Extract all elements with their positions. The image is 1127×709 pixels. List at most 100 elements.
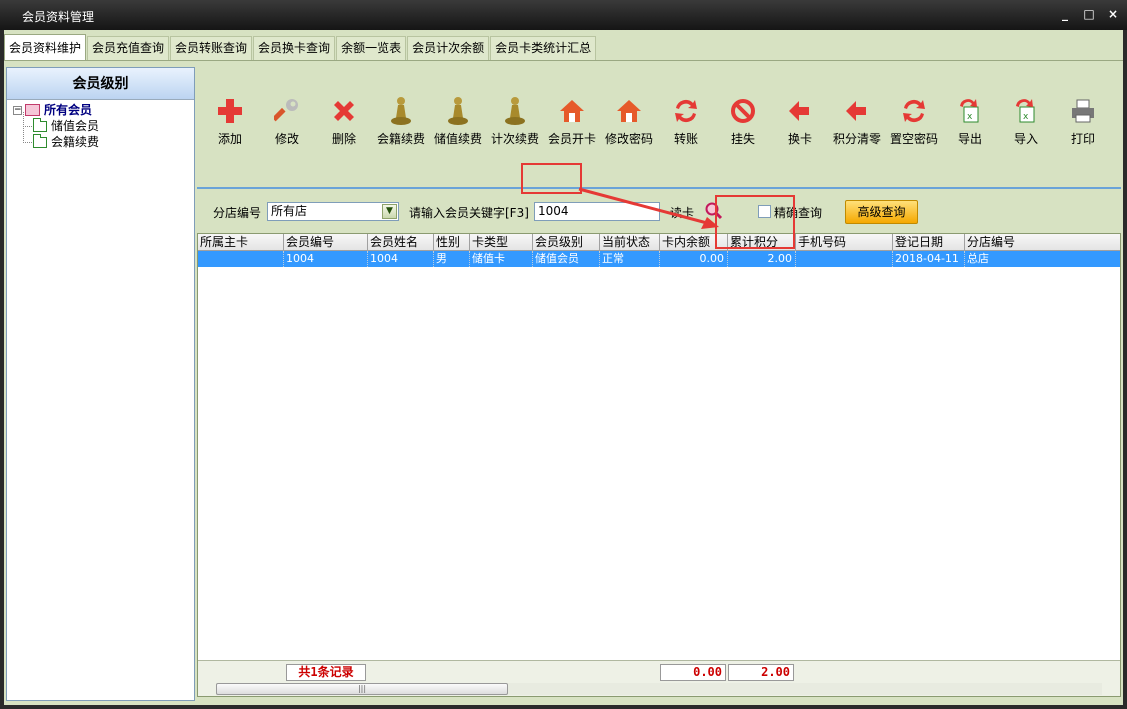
tab-bar: 会员资料维护 会员充值查询 会员转账查询 会员换卡查询 余额一览表 会员计次余额… xyxy=(4,34,597,60)
grid-footer: 共1条记录 0.00 2.00 ||| xyxy=(198,660,1120,696)
table-cell: 2.00 xyxy=(728,251,796,267)
member-level-tree: − 所有会员 储值会员 会籍续费 xyxy=(7,100,194,150)
tree-node-label: 会籍续费 xyxy=(51,135,100,149)
print-button[interactable]: 打印 xyxy=(1054,96,1112,156)
title-bar: 会员资料管理 _ □ × xyxy=(0,0,1127,30)
table-cell: 男 xyxy=(434,251,470,267)
reset-password-button[interactable]: 置空密码 xyxy=(885,96,943,156)
column-header[interactable]: 累计积分 xyxy=(728,234,796,251)
toolbar: 添加 修改 删除 会籍续费 储值续费 计次续费 会员开卡 修改密码 转账 挂失 … xyxy=(197,93,1121,189)
tab-card-change-query[interactable]: 会员换卡查询 xyxy=(253,36,336,60)
maximize-button[interactable]: □ xyxy=(1083,7,1095,21)
printer-icon xyxy=(1069,96,1097,126)
table-cell: 储值会员 xyxy=(533,251,600,267)
member-level-panel: 会员级别 − 所有会员 储值会员 会籍续费 xyxy=(6,67,195,701)
tab-recharge-query[interactable]: 会员充值查询 xyxy=(87,36,170,60)
membership-renew-button[interactable]: 会籍续费 xyxy=(372,96,430,156)
member-keyword-input[interactable]: 1004 xyxy=(534,202,660,221)
member-level-header: 会员级别 xyxy=(7,68,194,100)
swap-arrow-icon xyxy=(843,96,871,126)
column-header[interactable]: 登记日期 xyxy=(893,234,965,251)
delete-button[interactable]: 删除 xyxy=(315,96,373,156)
svg-text:x: x xyxy=(1023,112,1029,122)
edit-button[interactable]: 修改 xyxy=(258,96,316,156)
clear-points-button[interactable]: 积分清零 xyxy=(828,96,886,156)
tab-balance-list[interactable]: 余额一览表 xyxy=(336,36,407,60)
stored-value-renew-button[interactable]: 储值续费 xyxy=(429,96,487,156)
search-icon[interactable] xyxy=(705,202,723,220)
transfer-icon xyxy=(672,96,700,126)
tree-node-all-members[interactable]: − 所有会员 xyxy=(13,102,194,118)
scrollbar-thumb[interactable]: ||| xyxy=(216,683,508,695)
plus-icon xyxy=(216,96,244,126)
column-header[interactable]: 手机号码 xyxy=(796,234,893,251)
tree-node-stored-value[interactable]: 储值会员 xyxy=(13,112,194,134)
window-controls: _ □ × xyxy=(1059,7,1119,21)
collapse-icon[interactable]: − xyxy=(13,105,22,115)
tab-content: 会员级别 − 所有会员 储值会员 会籍续费 添加 修改 删除 会籍续费 储值续费… xyxy=(4,60,1123,705)
swap-arrow-icon xyxy=(786,96,814,126)
table-cell: 1004 xyxy=(284,251,368,267)
search-bar: 分店编号 所有店 ▼ 请输入会员关键字[F3] 1004 读卡 精确查询 高级查… xyxy=(197,193,1121,233)
transfer-button[interactable]: 转账 xyxy=(657,96,715,156)
store-code-label: 分店编号 xyxy=(213,206,262,220)
close-button[interactable]: × xyxy=(1107,7,1119,21)
count-renew-button[interactable]: 计次续费 xyxy=(486,96,544,156)
no-entry-icon xyxy=(729,96,757,126)
keyword-label: 请输入会员关键字[F3] xyxy=(409,206,529,220)
transfer-icon xyxy=(900,96,928,126)
import-button[interactable]: x 导入 xyxy=(997,96,1055,156)
exact-query-label: 精确查询 xyxy=(774,206,823,220)
exact-query-checkbox[interactable] xyxy=(758,205,771,218)
import-icon: x xyxy=(1012,96,1040,126)
store-code-select[interactable]: 所有店 ▼ xyxy=(267,202,399,221)
column-header[interactable]: 所属主卡 xyxy=(198,234,284,251)
tab-transfer-query[interactable]: 会员转账查询 xyxy=(170,36,253,60)
table-cell: 0.00 xyxy=(660,251,728,267)
change-password-button[interactable]: 修改密码 xyxy=(600,96,658,156)
table-cell: 储值卡 xyxy=(470,251,533,267)
table-cell xyxy=(796,251,893,267)
column-header[interactable]: 当前状态 xyxy=(600,234,660,251)
member-grid: 所属主卡 会员编号 会员姓名 性别 卡类型 会员级别 当前状态 卡内余额 累计积… xyxy=(197,233,1121,697)
folder-icon xyxy=(33,133,47,148)
column-header[interactable]: 卡内余额 xyxy=(660,234,728,251)
table-cell: 1004 xyxy=(368,251,434,267)
table-row[interactable]: 1004 1004 男 储值卡 储值会员 正常 0.00 2.00 2018-0… xyxy=(198,251,1120,267)
report-loss-button[interactable]: 挂失 xyxy=(714,96,772,156)
read-card-button[interactable]: 读卡 xyxy=(670,204,694,221)
column-header[interactable]: 会员级别 xyxy=(533,234,600,251)
open-card-button[interactable]: 会员开卡 xyxy=(543,96,601,156)
minimize-button[interactable]: _ xyxy=(1059,7,1071,21)
tree-node-membership-renewal[interactable]: 会籍续费 xyxy=(13,128,194,150)
chevron-down-icon[interactable]: ▼ xyxy=(382,204,397,219)
points-total: 2.00 xyxy=(728,664,794,681)
column-header[interactable]: 会员编号 xyxy=(284,234,368,251)
tab-member-maintenance[interactable]: 会员资料维护 xyxy=(4,34,87,60)
record-count: 共1条记录 xyxy=(286,664,366,681)
tab-card-type-summary[interactable]: 会员卡类统计汇总 xyxy=(490,36,597,60)
tab-count-balance[interactable]: 会员计次余额 xyxy=(407,36,490,60)
tree-node-label: 所有会员 xyxy=(44,103,93,117)
table-cell: 2018-04-11 xyxy=(893,251,965,267)
delete-x-icon xyxy=(330,96,358,126)
pawn-icon xyxy=(444,96,472,126)
house-icon xyxy=(615,96,643,126)
member-main-area: 添加 修改 删除 会籍续费 储值续费 计次续费 会员开卡 修改密码 转账 挂失 … xyxy=(197,67,1121,701)
column-header[interactable]: 性别 xyxy=(434,234,470,251)
house-icon xyxy=(558,96,586,126)
replace-card-button[interactable]: 换卡 xyxy=(771,96,829,156)
grid-header: 所属主卡 会员编号 会员姓名 性别 卡类型 会员级别 当前状态 卡内余额 累计积… xyxy=(198,234,1120,251)
add-button[interactable]: 添加 xyxy=(201,96,259,156)
table-cell: 总店 xyxy=(967,252,989,265)
tree-node-label: 储值会员 xyxy=(51,119,100,133)
column-header[interactable]: 会员姓名 xyxy=(368,234,434,251)
column-header[interactable]: 卡类型 xyxy=(470,234,533,251)
advanced-query-button[interactable]: 高级查询 xyxy=(845,200,918,224)
export-button[interactable]: x 导出 xyxy=(941,96,999,156)
pawn-icon xyxy=(501,96,529,126)
export-icon: x xyxy=(956,96,984,126)
wrench-icon xyxy=(273,96,301,126)
column-header[interactable]: 分店编号 xyxy=(965,234,1120,251)
table-cell: 正常 xyxy=(600,251,660,267)
